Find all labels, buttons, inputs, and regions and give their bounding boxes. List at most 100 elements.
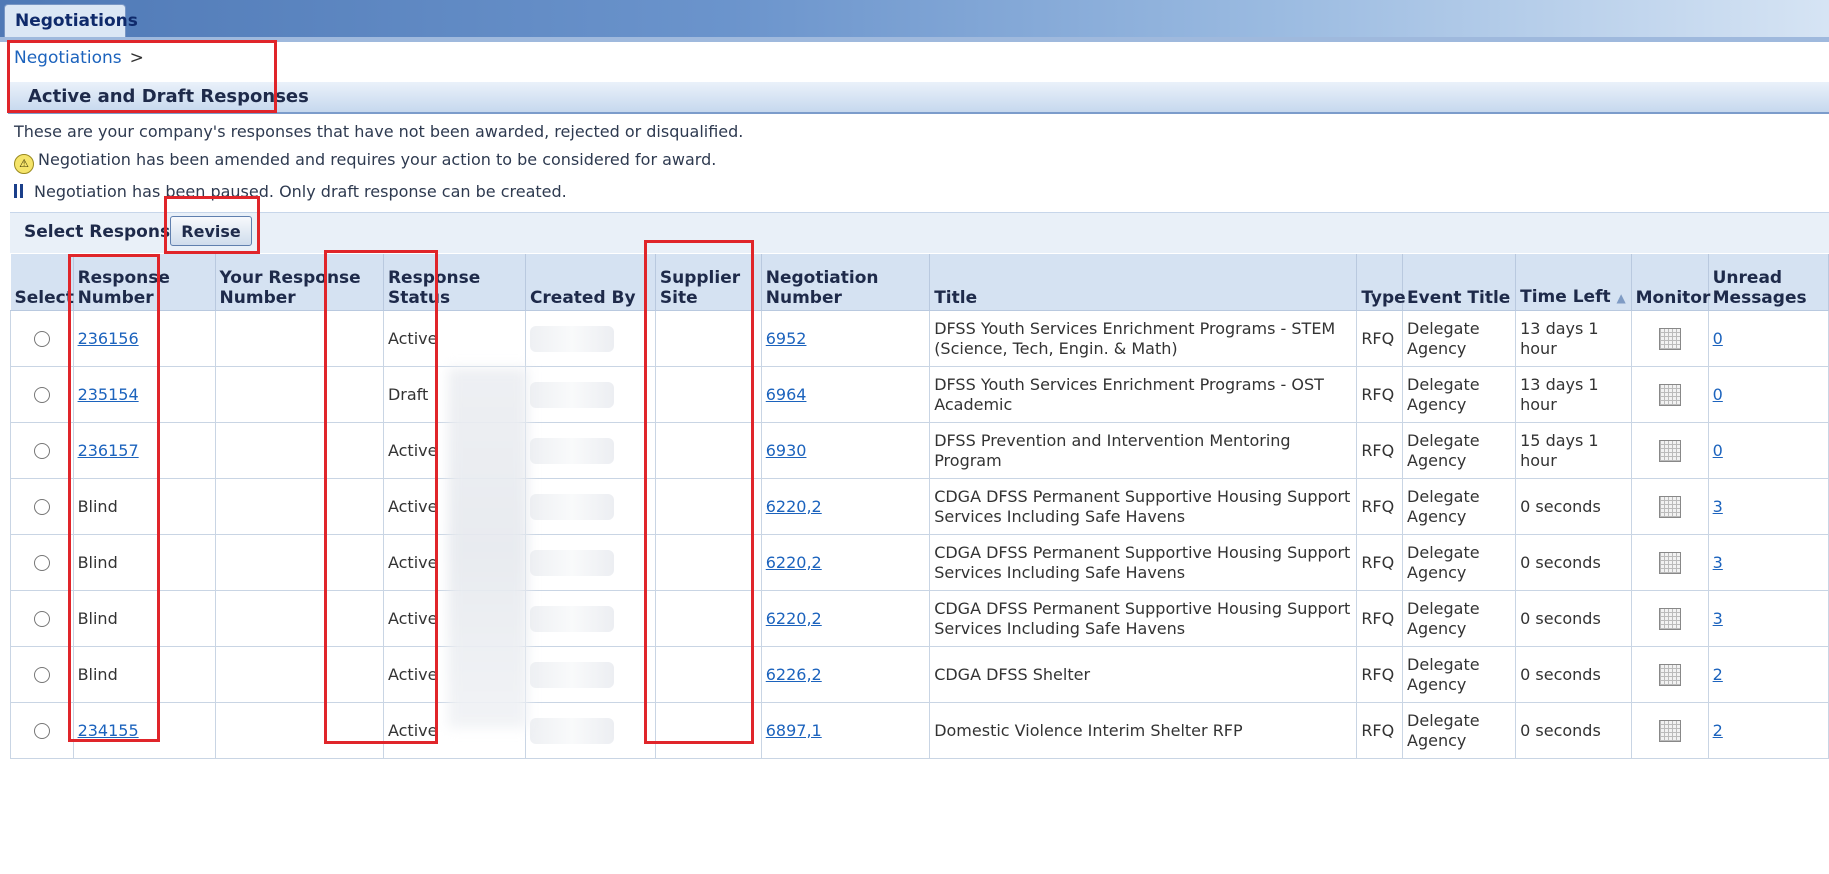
select-cell (10, 646, 74, 703)
select-radio[interactable] (33, 331, 50, 347)
select-radio[interactable] (33, 387, 50, 403)
monitor-grid-icon[interactable] (1658, 719, 1681, 742)
your-response-number-cell (214, 590, 384, 647)
response-number-cell: 234155 (72, 702, 216, 759)
response-number-text: Blind (77, 496, 118, 516)
select-response-bar (10, 212, 1829, 253)
redacted-blur (529, 717, 614, 744)
col-title: Title (929, 254, 1358, 311)
responses-table: Select Response Number Your Response Num… (10, 254, 1829, 759)
negotiation-number-link[interactable]: 6220,2 (766, 553, 822, 572)
select-radio[interactable] (33, 723, 50, 739)
response-number-link[interactable]: 236156 (78, 329, 139, 348)
negotiation-number-cell: 6897,1 (760, 702, 931, 759)
breadcrumb: Negotiations > (14, 48, 144, 68)
select-radio[interactable] (33, 611, 50, 627)
negotiation-number-link[interactable]: 6930 (766, 441, 807, 460)
event-title-cell: Delegate Agency (1402, 478, 1517, 535)
negotiation-number-link[interactable]: 6220,2 (766, 609, 822, 628)
response-status-cell: Active (382, 590, 526, 647)
event-title-cell: Delegate Agency (1402, 366, 1517, 423)
type-cell: RFQ (1356, 478, 1404, 535)
negotiation-number-link[interactable]: 6226,2 (766, 665, 822, 684)
unread-messages-link[interactable]: 0 (1713, 329, 1723, 348)
response-status-cell: Active (382, 310, 526, 367)
sort-asc-icon: ▲ (1616, 291, 1626, 305)
col-response-status: Response Status (383, 254, 526, 311)
response-number-cell: 235154 (72, 366, 216, 423)
amended-legend-text: Negotiation has been amended and require… (38, 150, 717, 169)
response-number-cell: Blind (72, 534, 216, 591)
created-by-cell (524, 478, 656, 535)
table-row: 236157 Active 6930 DFSS Prevention and I… (10, 422, 1829, 479)
table-row: Blind Active 6220,2 CDGA DFSS Permanent … (10, 590, 1829, 647)
response-number-link[interactable]: 234155 (78, 721, 139, 740)
response-number-text: Blind (77, 552, 118, 572)
col-select: Select (10, 254, 74, 311)
table-row: Blind Active 6226,2 CDGA DFSS Shelter RF… (10, 646, 1829, 703)
title-cell: CDGA DFSS Shelter (929, 646, 1358, 703)
select-radio[interactable] (33, 499, 50, 515)
table-row: 235154 Draft 6964 DFSS Youth Services En… (10, 366, 1829, 423)
created-by-cell (524, 422, 656, 479)
negotiation-number-cell: 6220,2 (760, 590, 931, 647)
col-time-left[interactable]: Time Left ▲ (1515, 254, 1632, 311)
unread-messages-link[interactable]: 3 (1713, 497, 1723, 516)
select-cell (10, 702, 74, 759)
monitor-cell (1630, 702, 1709, 759)
title-cell: DFSS Prevention and Intervention Mentori… (929, 422, 1358, 479)
select-radio[interactable] (33, 555, 50, 571)
select-radio[interactable] (33, 667, 50, 683)
negotiation-number-link[interactable]: 6897,1 (766, 721, 822, 740)
event-title-cell: Delegate Agency (1402, 534, 1517, 591)
tab-bar-strip (0, 0, 1829, 37)
supplier-site-cell (654, 422, 762, 479)
response-status-cell: Active (382, 422, 526, 479)
negotiation-number-cell: 6952 (760, 310, 931, 367)
negotiation-number-link[interactable]: 6952 (766, 329, 807, 348)
monitor-grid-icon[interactable] (1658, 327, 1681, 350)
response-number-link[interactable]: 236157 (78, 441, 139, 460)
created-by-cell (524, 702, 656, 759)
col-event-title: Event Title (1402, 254, 1517, 311)
title-cell: CDGA DFSS Permanent Supportive Housing S… (929, 478, 1358, 535)
revise-button[interactable]: Revise (170, 216, 252, 246)
unread-messages-link[interactable]: 2 (1713, 665, 1723, 684)
response-status-cell: Active (382, 646, 526, 703)
time-left-cell: 0 seconds (1515, 534, 1632, 591)
monitor-grid-icon[interactable] (1658, 383, 1681, 406)
col-type: Type (1356, 254, 1406, 311)
type-cell: RFQ (1356, 310, 1404, 367)
monitor-grid-icon[interactable] (1658, 607, 1681, 630)
monitor-grid-icon[interactable] (1658, 663, 1681, 686)
unread-messages-link[interactable]: 0 (1713, 385, 1723, 404)
unread-messages-cell: 3 (1707, 478, 1829, 535)
unread-messages-link[interactable]: 0 (1713, 441, 1723, 460)
unread-messages-cell: 3 (1707, 534, 1829, 591)
negotiation-number-link[interactable]: 6220,2 (766, 497, 822, 516)
type-cell: RFQ (1356, 366, 1404, 423)
monitor-grid-icon[interactable] (1658, 551, 1681, 574)
monitor-grid-icon[interactable] (1658, 439, 1681, 462)
supplier-site-cell (654, 702, 762, 759)
type-cell: RFQ (1356, 422, 1404, 479)
time-left-cell: 0 seconds (1515, 478, 1632, 535)
your-response-number-cell (214, 534, 384, 591)
your-response-number-cell (214, 422, 384, 479)
monitor-cell (1630, 590, 1709, 647)
created-by-cell (524, 534, 656, 591)
unread-messages-link[interactable]: 3 (1713, 553, 1723, 572)
select-radio[interactable] (33, 443, 50, 459)
unread-messages-cell: 3 (1707, 590, 1829, 647)
type-cell: RFQ (1356, 590, 1404, 647)
response-number-link[interactable]: 235154 (78, 385, 139, 404)
monitor-grid-icon[interactable] (1658, 495, 1681, 518)
unread-messages-link[interactable]: 2 (1713, 721, 1723, 740)
type-cell: RFQ (1356, 702, 1404, 759)
col-response-number: Response Number (73, 254, 216, 311)
breadcrumb-link-negotiations[interactable]: Negotiations (14, 48, 122, 68)
negotiation-number-link[interactable]: 6964 (766, 385, 807, 404)
unread-messages-link[interactable]: 3 (1713, 609, 1723, 628)
tab-negotiations[interactable]: Negotiations (4, 4, 138, 37)
select-response-label: Select Response: (24, 222, 189, 242)
